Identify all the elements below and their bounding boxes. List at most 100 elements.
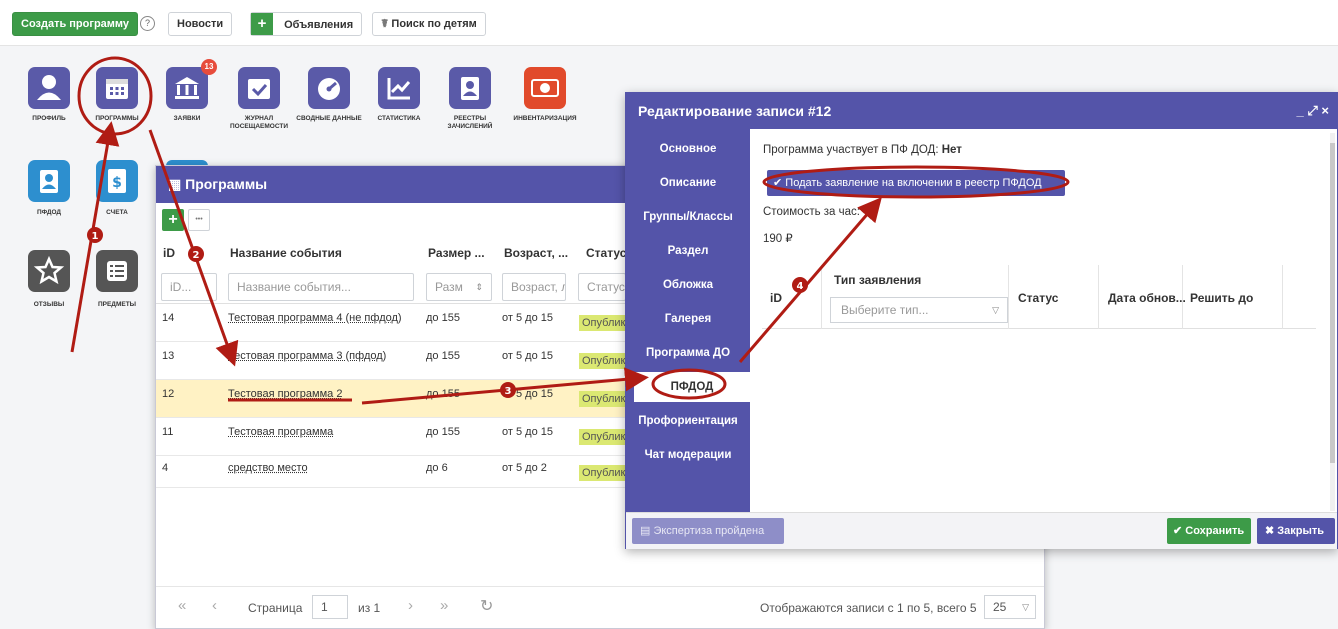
tab-moderation-chat[interactable]: Чат модерации [626, 449, 750, 461]
cost-label: Стоимость за час: [763, 206, 860, 218]
programs-label: Программы [95, 115, 139, 122]
calendar-icon: ▦ [168, 176, 182, 192]
pagination-bar: « ‹ Страница 1 из 1 › » ↻ Отображаются з… [156, 586, 1044, 628]
col-id-header[interactable]: iD [770, 291, 782, 305]
status-badge: Опубликовано [579, 353, 626, 369]
reviews-tile[interactable] [28, 250, 70, 292]
row-name-link[interactable]: Тестовая программа 2 [228, 388, 342, 400]
inventory-tile[interactable] [524, 67, 566, 109]
per-page-select[interactable]: 25 ▽ [984, 595, 1036, 619]
requests-badge: 13 [201, 59, 217, 75]
tab-description[interactable]: Описание [626, 177, 750, 189]
check-icon: ✔ [773, 177, 783, 189]
type-select[interactable]: Выберите тип... ▽ [830, 297, 1008, 323]
table-row-selected[interactable]: 12 Тестовая программа 2 до 155 от 5 до 1… [156, 380, 626, 418]
status-badge: Опубликовано [579, 429, 626, 445]
col-date-header[interactable]: Дата обнов... [1108, 291, 1186, 305]
stepper-icon[interactable]: ⇕ [475, 274, 483, 300]
row-name-link[interactable]: Тестовая программа 4 (не пфдод) [228, 312, 402, 324]
last-page-icon[interactable]: » [440, 597, 448, 614]
document-user-icon [461, 77, 479, 100]
table-row[interactable]: 13 Тестовая программа 3 (пфдод) до 155 о… [156, 342, 626, 380]
profile-label: Профиль [32, 115, 66, 122]
tab-career[interactable]: Профориентация [626, 415, 750, 427]
more-button[interactable]: ••• [188, 209, 210, 231]
add-program-button[interactable]: + [162, 209, 184, 231]
tab-section[interactable]: Раздел [626, 245, 750, 257]
plus-icon: + [251, 13, 273, 35]
page-input[interactable]: 1 [312, 595, 348, 619]
col-age-header[interactable]: Возраст, ... [504, 246, 568, 260]
ads-button[interactable]: + Объявления [250, 12, 363, 36]
row-id: 14 [162, 312, 175, 324]
row-name-link[interactable]: Тестовая программа 3 (пфдод) [228, 350, 386, 362]
tab-program-do[interactable]: Программа ДО [626, 347, 750, 359]
pfdod-label: ПФДОД [36, 209, 62, 216]
summary-tile[interactable] [308, 67, 350, 109]
child-search-button[interactable]: ☤ Поиск по детям [372, 12, 486, 36]
help-icon[interactable]: ? [140, 16, 155, 31]
chevron-down-icon: ▽ [992, 305, 999, 315]
row-name-link[interactable]: средство место [228, 462, 308, 474]
programs-window-title: Программы [185, 176, 268, 192]
news-button[interactable]: Новости [168, 12, 233, 36]
filter-id-input[interactable]: iD... [161, 273, 217, 301]
profile-tile[interactable] [28, 67, 70, 109]
filter-age-input[interactable]: Возраст, л [502, 273, 566, 301]
statistics-tile[interactable] [378, 67, 420, 109]
next-page-icon[interactable]: › [408, 597, 413, 614]
table-row[interactable]: 4 средство место до 6 от 5 до 2 Опублико… [156, 456, 626, 488]
tab-gallery[interactable]: Галерея [626, 313, 750, 325]
table-row[interactable]: 14 Тестовая программа 4 (не пфдод) до 15… [156, 304, 626, 342]
subjects-tile[interactable] [96, 250, 138, 292]
tab-cover[interactable]: Обложка [626, 279, 750, 291]
apply-pfdod-button[interactable]: ✔ Подать заявление на включении в реестр… [767, 170, 1065, 196]
participation-label: Программа участвует в ПФ ДОД: [763, 144, 939, 156]
ads-label: Объявления [284, 19, 354, 31]
filter-name-input[interactable]: Название события... [228, 273, 414, 301]
requests-tile[interactable] [166, 67, 208, 109]
line-chart-icon [387, 78, 411, 100]
edit-window-title: Редактирование записи #12 [638, 103, 832, 119]
accounts-tile[interactable]: $ [96, 160, 138, 202]
first-page-icon[interactable]: « [178, 597, 186, 614]
programs-tile[interactable] [96, 67, 138, 109]
col-id-header[interactable]: iD [163, 246, 175, 260]
tab-pfdod[interactable]: ПФДОД [634, 372, 750, 402]
window-controls-icon[interactable]: _ ⤢ × [1297, 93, 1329, 129]
per-page-value: 25 [993, 600, 1007, 614]
tab-main[interactable]: Основное [626, 143, 750, 155]
col-divider [1098, 265, 1099, 329]
col-name-header[interactable]: Название события [230, 246, 342, 260]
attendance-tile[interactable] [238, 67, 280, 109]
save-button[interactable]: ✔ Сохранить [1167, 518, 1251, 544]
summary-label: Сводные данные [296, 115, 362, 122]
close-button[interactable]: ✖ Закрыть [1257, 518, 1335, 544]
col-status-header[interactable]: Статус [1018, 291, 1058, 305]
col-size-header[interactable]: Размер ... [428, 246, 485, 260]
scrollbar-thumb[interactable] [1330, 143, 1335, 463]
edit-window-header: Редактирование записи #12 _ ⤢ × [626, 93, 1337, 129]
create-program-button[interactable]: Создать программу [12, 12, 139, 36]
filter-status-input[interactable]: Статус [578, 273, 626, 301]
row-age: от 5 до 15 [502, 312, 553, 324]
registries-tile[interactable] [449, 67, 491, 109]
bank-icon [175, 77, 199, 99]
col-deadline-header[interactable]: Решить до [1190, 291, 1253, 305]
pfdod-tile[interactable] [28, 160, 70, 202]
col-status-header[interactable]: Статус [586, 246, 626, 260]
table-row[interactable]: 11 Тестовая программа до 155 от 5 до 15 … [156, 418, 626, 456]
scrollbar[interactable] [1330, 133, 1335, 511]
document-user-icon [40, 170, 58, 193]
expertise-button[interactable]: ▤ Экспертиза пройдена [632, 518, 784, 544]
tab-groups[interactable]: Группы/Классы [626, 211, 750, 223]
filter-size-input[interactable]: Разм ⇕ [426, 273, 492, 301]
row-age: от 5 до 2 [502, 462, 547, 474]
edit-record-window: Редактирование записи #12 _ ⤢ × Основное… [625, 92, 1338, 549]
row-name-link[interactable]: Тестовая программа [228, 426, 333, 438]
refresh-icon[interactable]: ↻ [480, 596, 493, 616]
statistics-label: Статистика [377, 115, 421, 122]
type-select-placeholder: Выберите тип... [841, 303, 929, 317]
col-type-header[interactable]: Тип заявления [834, 273, 921, 287]
prev-page-icon[interactable]: ‹ [212, 597, 217, 614]
